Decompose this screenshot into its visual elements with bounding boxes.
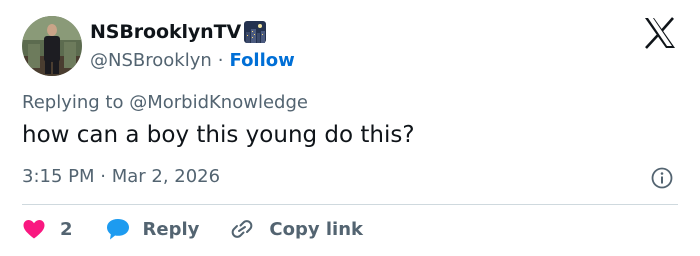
reply-context-prefix: Replying to	[22, 92, 130, 113]
copy-link-label: Copy link	[269, 218, 363, 240]
x-logo-icon[interactable]	[643, 17, 677, 49]
like-button[interactable]: 2	[22, 218, 73, 240]
info-icon[interactable]	[651, 167, 673, 189]
reply-to-handle[interactable]: @MorbidKnowledge	[129, 92, 308, 113]
tweet-timestamp[interactable]: 3:15 PM · Mar 2, 2026	[22, 166, 220, 190]
display-name[interactable]: NSBrooklynTV	[90, 21, 241, 43]
avatar-image	[22, 16, 82, 76]
night-city-emoji-icon	[244, 21, 267, 43]
heart-icon	[22, 218, 46, 240]
reply-button[interactable]: Reply	[105, 217, 200, 241]
embedded-tweet-card: NSBrooklynTV @NSBrooklyn · Follow Replyi…	[0, 0, 700, 256]
link-icon	[229, 217, 255, 241]
like-count: 2	[60, 218, 73, 240]
tweet-actions: 2 Reply Copy link	[22, 216, 363, 242]
author-name-row[interactable]: NSBrooklynTV	[90, 20, 267, 44]
copy-link-button[interactable]: Copy link	[229, 217, 363, 241]
avatar[interactable]	[22, 16, 82, 76]
handle-separator: ·	[217, 49, 224, 71]
author-handle-row: @NSBrooklyn · Follow	[90, 48, 295, 72]
divider	[22, 204, 678, 205]
tweet-text: how can a boy this young do this?	[22, 122, 415, 148]
follow-button[interactable]: Follow	[230, 50, 295, 71]
author-handle[interactable]: @NSBrooklyn	[90, 50, 212, 71]
reply-context: Replying to @MorbidKnowledge	[22, 92, 308, 116]
reply-label: Reply	[142, 218, 200, 240]
reply-bubble-icon	[105, 217, 131, 241]
